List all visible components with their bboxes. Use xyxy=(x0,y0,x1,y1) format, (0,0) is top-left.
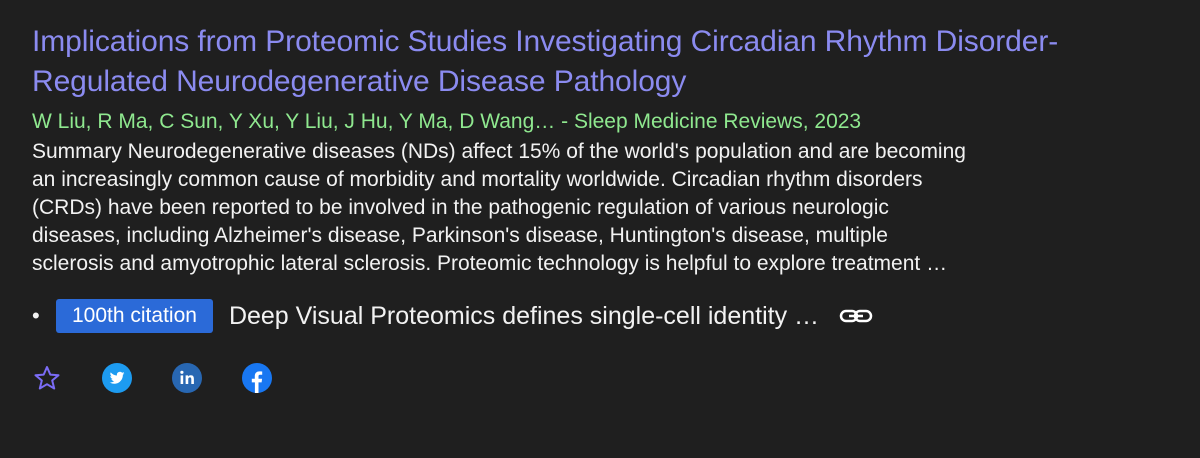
twitter-icon[interactable] xyxy=(102,363,132,393)
result-title-link[interactable]: Implications from Proteomic Studies Inve… xyxy=(32,22,1182,102)
link-icon[interactable] xyxy=(839,306,873,326)
facebook-icon[interactable] xyxy=(242,363,272,393)
citation-row: • 100th citation Deep Visual Proteomics … xyxy=(32,299,1200,333)
citation-title-link[interactable]: Deep Visual Proteomics defines single-ce… xyxy=(229,302,819,331)
result-authors: W Liu, R Ma, C Sun, Y Xu, Y Liu, J Hu, Y… xyxy=(32,110,862,133)
citation-badge[interactable]: 100th citation xyxy=(56,299,213,333)
star-icon[interactable] xyxy=(32,363,62,393)
search-result-card: Implications from Proteomic Studies Inve… xyxy=(0,0,1200,458)
share-row xyxy=(32,361,1200,395)
bullet: • xyxy=(32,303,40,328)
result-snippet: Summary Neurodegenerative diseases (NDs)… xyxy=(32,140,966,275)
linkedin-icon[interactable] xyxy=(172,363,202,393)
